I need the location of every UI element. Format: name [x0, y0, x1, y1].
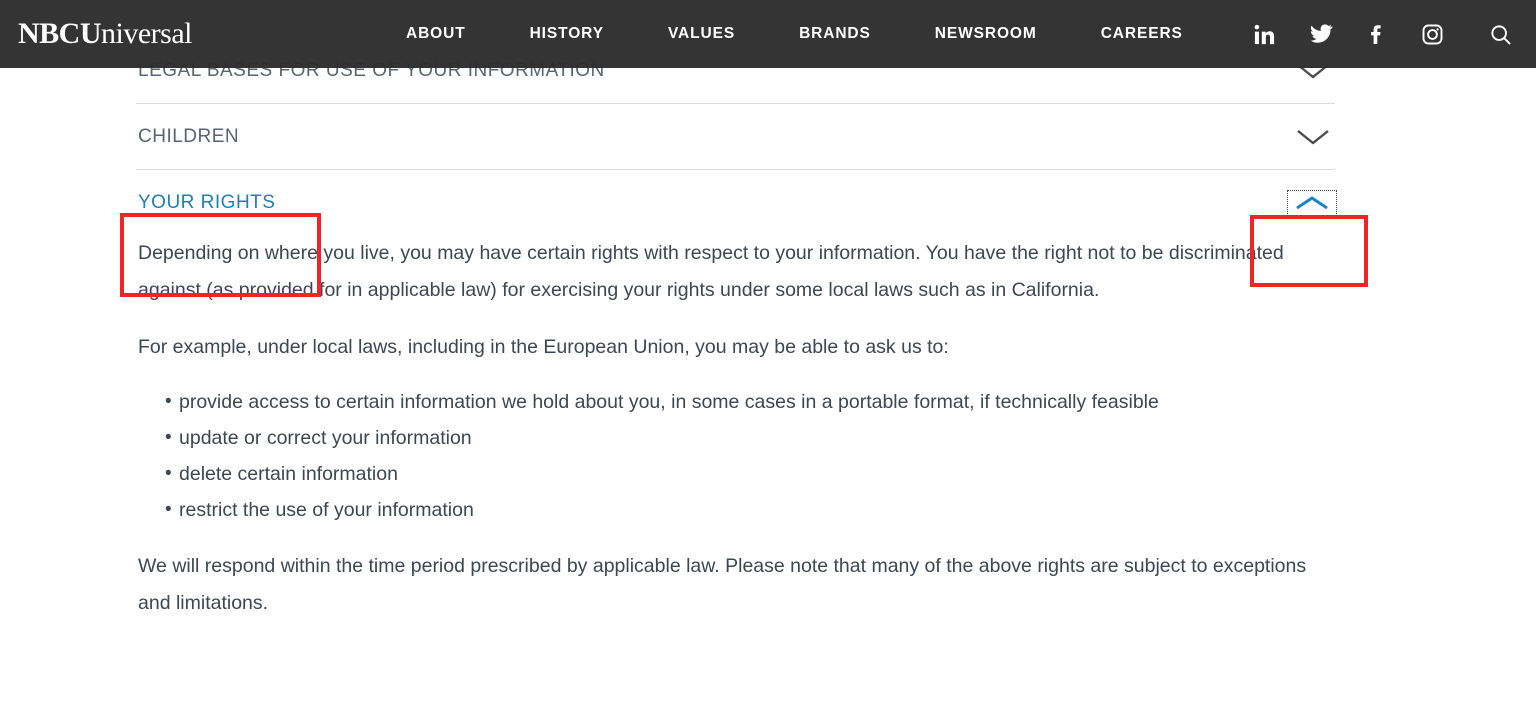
nav-item-brands[interactable]: BRANDS	[767, 25, 903, 43]
logo-text-light: niversal	[101, 17, 192, 50]
nav-item-newsroom[interactable]: NEWSROOM	[903, 25, 1069, 43]
accordion-section-children: CHILDREN	[136, 104, 1335, 170]
nbcuniversal-logo[interactable]: NBCUniversal	[18, 19, 192, 49]
accordion-title-children: CHILDREN	[138, 125, 240, 147]
accordion-title-your-rights: YOUR RIGHTS	[138, 191, 276, 213]
primary-navigation: ABOUT HISTORY VALUES BRANDS NEWSROOM CAR…	[374, 25, 1215, 43]
nav-item-history[interactable]: HISTORY	[498, 25, 636, 43]
chevron-up-icon[interactable]	[1287, 189, 1337, 216]
list-item: provide access to certain information we…	[165, 384, 1335, 420]
list-item: restrict the use of your information	[165, 492, 1335, 528]
accordion-body-your-rights: Depending on where you live, you may hav…	[136, 235, 1335, 648]
nav-item-values[interactable]: VALUES	[636, 25, 767, 43]
accordion-section-your-rights: YOUR RIGHTS Depending on where you live,…	[136, 170, 1337, 648]
your-rights-paragraph-3: We will respond within the time period p…	[138, 555, 1307, 614]
list-item: delete certain information	[165, 456, 1335, 492]
twitter-icon[interactable]	[1309, 22, 1333, 46]
accordion-header-children[interactable]: CHILDREN	[136, 104, 1335, 169]
nav-item-careers[interactable]: CAREERS	[1069, 25, 1215, 43]
accordion-header-your-rights[interactable]: YOUR RIGHTS	[136, 170, 1337, 235]
facebook-icon[interactable]	[1365, 22, 1389, 46]
linkedin-icon[interactable]	[1253, 22, 1277, 46]
logo-text-bold: NBCU	[18, 17, 102, 50]
your-rights-paragraph-1: Depending on where you live, you may hav…	[138, 242, 1284, 301]
your-rights-bullet-list: provide access to certain information we…	[138, 384, 1335, 528]
list-item: update or correct your information	[165, 420, 1335, 456]
nav-item-about[interactable]: ABOUT	[374, 25, 498, 43]
privacy-accordion: LEGAL BASES FOR USE OF YOUR INFORMATION …	[136, 38, 1337, 648]
your-rights-paragraph-2: For example, under local laws, including…	[138, 336, 949, 358]
chevron-down-icon[interactable]	[1291, 125, 1335, 149]
instagram-icon[interactable]	[1421, 22, 1445, 46]
search-icon[interactable]	[1489, 22, 1513, 46]
social-links	[1253, 22, 1527, 46]
site-header: NBCUniversal ABOUT HISTORY VALUES BRANDS…	[0, 0, 1536, 68]
